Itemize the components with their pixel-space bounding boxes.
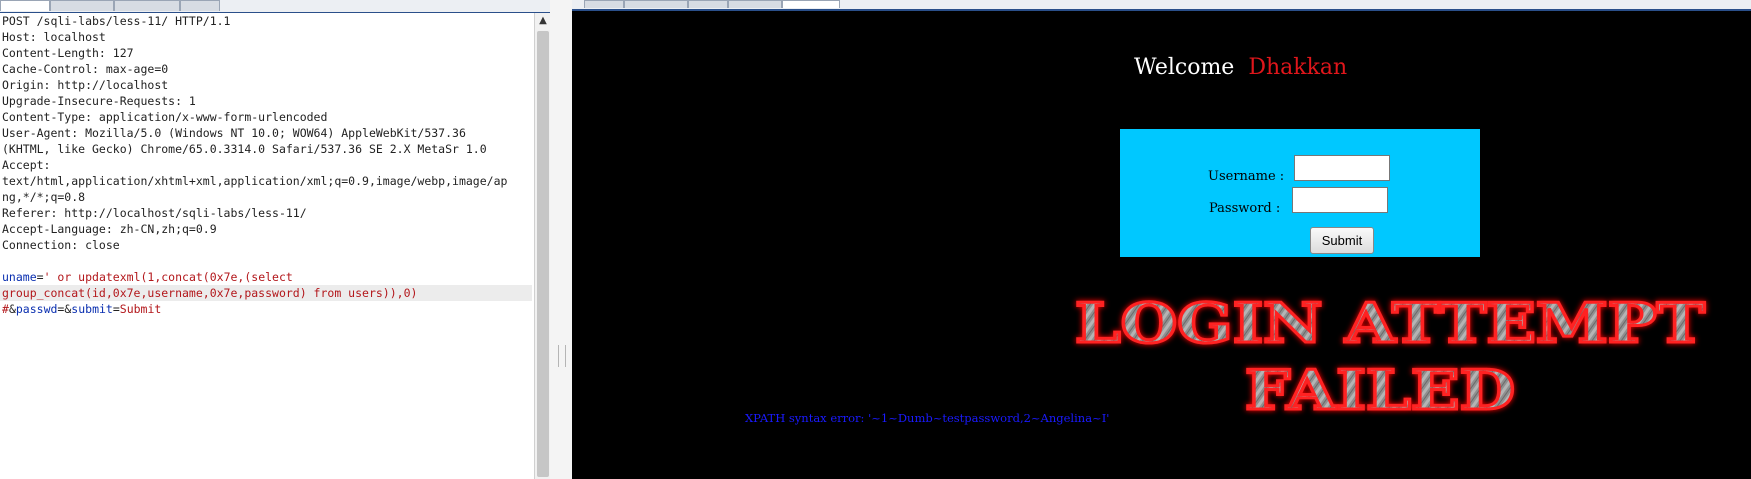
header-accept-value: text/html,application/xhtml+xml,applicat… bbox=[2, 174, 508, 188]
header-cache-control: Cache-Control: max-age=0 bbox=[2, 62, 169, 76]
param-value-submit: Submit bbox=[119, 302, 162, 316]
response-tab-2[interactable] bbox=[624, 0, 688, 8]
body-line-2-current: group_concat(id,0x7e,username,0x7e,passw… bbox=[0, 285, 532, 301]
username-input[interactable] bbox=[1294, 155, 1390, 181]
response-tab-4[interactable] bbox=[728, 0, 782, 8]
header-content-length: Content-Length: 127 bbox=[2, 46, 134, 60]
fail-text-line-1: LOGIN ATTEMPT bbox=[1075, 291, 1705, 355]
header-accept-language: Accept-Language: zh-CN,zh;q=0.9 bbox=[2, 222, 217, 236]
submit-button[interactable]: Submit bbox=[1310, 227, 1374, 254]
param-value-uname-cont: group_concat(id,0x7e,username,0x7e,passw… bbox=[2, 286, 418, 300]
header-upgrade-insecure: Upgrade-Insecure-Requests: 1 bbox=[2, 94, 196, 108]
param-key-uname: uname bbox=[2, 270, 37, 284]
header-user-agent-cont: (KHTML, like Gecko) Chrome/65.0.3314.0 S… bbox=[2, 142, 487, 156]
response-tab-render[interactable] bbox=[782, 0, 840, 8]
body-line-3: #&passwd=&submit=Submit bbox=[2, 301, 161, 317]
request-line: POST /sqli-labs/less-11/ HTTP/1.1 bbox=[2, 14, 231, 28]
amp-separator: & bbox=[8, 302, 16, 316]
header-connection: Connection: close bbox=[2, 238, 120, 252]
header-accept: Accept: bbox=[2, 158, 51, 172]
fail-text-line-2: FAILED bbox=[1245, 358, 1515, 422]
request-tab-bar bbox=[0, 0, 550, 14]
scrollbar-thumb[interactable] bbox=[537, 31, 549, 477]
request-tab-3[interactable] bbox=[114, 0, 180, 11]
param-key-submit: submit bbox=[71, 302, 113, 316]
response-tab-3[interactable] bbox=[688, 0, 728, 8]
body-line-1: uname=' or updatexml(1,concat(0x7e,(sele… bbox=[2, 269, 293, 285]
welcome-user-name: Dhakkan bbox=[1248, 55, 1348, 80]
header-host: Host: localhost bbox=[2, 30, 106, 44]
param-value-uname: ' or updatexml(1,concat(0x7e,(select bbox=[43, 270, 293, 284]
request-tab-1[interactable] bbox=[0, 0, 50, 11]
header-referer: Referer: http://localhost/sqli-labs/less… bbox=[2, 206, 307, 220]
request-text-editor[interactable]: POST /sqli-labs/less-11/ HTTP/1.1 Host: … bbox=[0, 13, 534, 479]
login-failed-banner: LOGIN ATTEMPT FAILED bbox=[1074, 290, 1707, 423]
equals-sign: = bbox=[112, 302, 120, 316]
request-editor-pane: POST /sqli-labs/less-11/ HTTP/1.1 Host: … bbox=[0, 0, 551, 479]
splitter-grip-icon[interactable] bbox=[558, 345, 566, 367]
pane-splitter[interactable] bbox=[550, 0, 572, 479]
response-tab-1[interactable] bbox=[584, 0, 624, 8]
param-value-hash: # bbox=[2, 302, 9, 316]
welcome-text: Welcome bbox=[1134, 55, 1235, 80]
header-content-type: Content-Type: application/x-www-form-url… bbox=[2, 110, 328, 124]
password-input[interactable] bbox=[1292, 187, 1388, 213]
welcome-heading: Welcome Dhakkan bbox=[1134, 55, 1434, 80]
header-origin: Origin: http://localhost bbox=[2, 78, 169, 92]
editor-vertical-scrollbar[interactable]: ▲ bbox=[534, 13, 551, 479]
xpath-error-message: XPATH syntax error: '~1~Dumb~testpasswor… bbox=[745, 411, 1110, 425]
equals-sign: = bbox=[36, 270, 44, 284]
header-user-agent: User-Agent: Mozilla/5.0 (Windows NT 10.0… bbox=[2, 126, 466, 140]
request-tab-2[interactable] bbox=[50, 0, 114, 11]
request-tab-4[interactable] bbox=[180, 0, 220, 11]
response-tab-bar bbox=[572, 0, 1751, 11]
scroll-up-arrow-icon[interactable]: ▲ bbox=[535, 13, 551, 29]
login-form: Username : Password : Submit bbox=[1120, 129, 1480, 257]
param-key-passwd: passwd bbox=[15, 302, 58, 316]
header-accept-value-cont: ng,*/*;q=0.8 bbox=[2, 190, 86, 204]
username-label: Username : bbox=[1208, 169, 1285, 184]
password-label: Password : bbox=[1209, 201, 1281, 216]
